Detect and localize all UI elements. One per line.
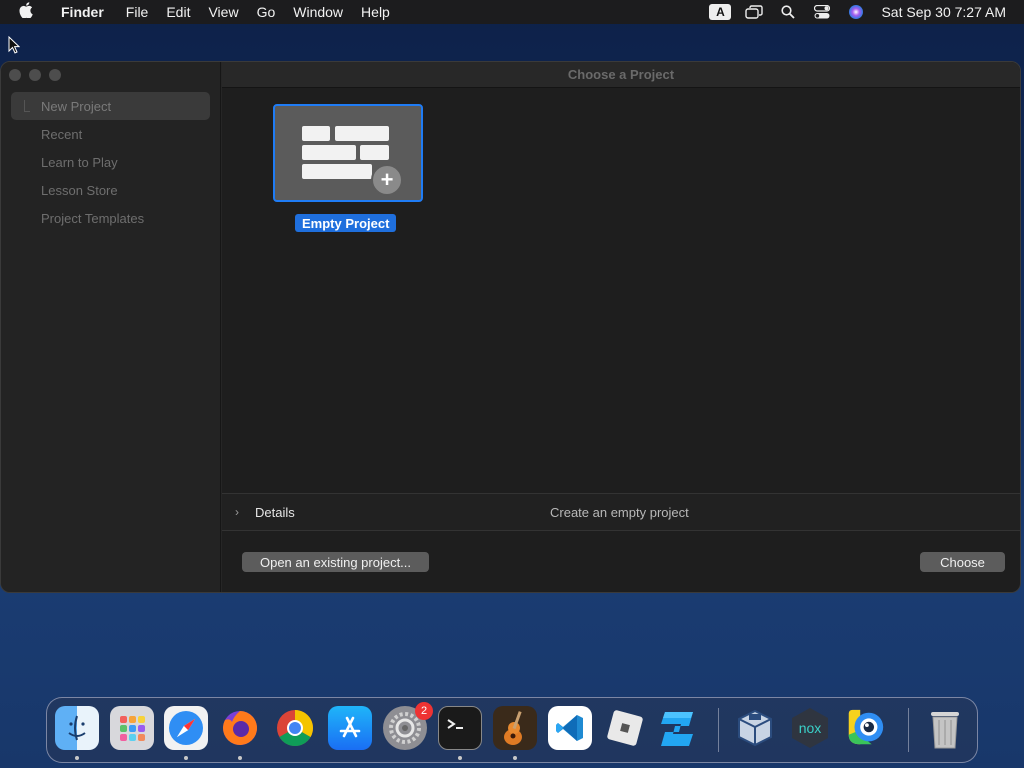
launchpad-icon[interactable] <box>110 706 154 750</box>
details-toggle[interactable]: Details <box>255 505 295 520</box>
input-source-label: A <box>709 4 732 20</box>
sidebar-item-lesson-store[interactable]: Lesson Store <box>11 176 210 204</box>
firefox-icon[interactable] <box>218 706 262 750</box>
roblox-studio-icon[interactable] <box>657 706 701 750</box>
notification-badge: 2 <box>415 702 433 720</box>
control-center-icon[interactable] <box>805 0 839 24</box>
sidebar: New Project Recent Learn to Play Lesson … <box>1 62 221 592</box>
sidebar-item-project-templates[interactable]: Project Templates <box>11 204 210 232</box>
sidebar-item-label: Project Templates <box>41 210 145 226</box>
sidebar-item-label: Learn to Play <box>41 154 118 170</box>
empty-project-tile[interactable]: + <box>273 104 423 202</box>
apple-menu-icon[interactable] <box>0 1 52 23</box>
sidebar-item-new-project[interactable]: New Project <box>11 92 210 120</box>
virtualbox-icon[interactable] <box>733 706 777 750</box>
sidebar-item-label: New Project <box>41 98 112 114</box>
app-store-icon[interactable] <box>328 706 372 750</box>
minimize-window-button[interactable] <box>29 69 41 81</box>
choose-button[interactable]: Choose <box>920 552 1005 572</box>
menu-window[interactable]: Window <box>284 4 352 20</box>
project-description: Create an empty project <box>550 504 689 520</box>
empty-project-icon: + <box>275 106 421 200</box>
sidebar-list: New Project Recent Learn to Play Lesson … <box>11 92 210 232</box>
window-controls <box>9 69 61 81</box>
sidebar-item-label: Recent <box>41 126 83 142</box>
details-bar: › Details Create an empty project <box>222 493 1020 531</box>
screen-mirroring-icon[interactable] <box>737 0 771 24</box>
dock: 2 nox <box>46 697 978 763</box>
sidebar-item-learn-to-play[interactable]: Learn to Play <box>11 148 210 176</box>
trash-icon[interactable] <box>923 706 967 750</box>
menu-help[interactable]: Help <box>352 4 399 20</box>
svg-text:nox: nox <box>799 720 822 736</box>
menu-go[interactable]: Go <box>248 4 285 20</box>
close-window-button[interactable] <box>9 69 21 81</box>
finder-icon[interactable] <box>55 706 99 750</box>
plus-icon: + <box>371 164 403 196</box>
window-title: Choose a Project <box>222 62 1020 88</box>
spotlight-search-icon[interactable] <box>771 0 805 24</box>
new-project-icon <box>24 100 30 112</box>
sidebar-item-recent[interactable]: Recent <box>11 120 210 148</box>
menu-bar: Finder File Edit View Go Window Help A S… <box>0 0 1024 24</box>
input-source-icon[interactable]: A <box>703 0 737 24</box>
siri-icon[interactable] <box>839 0 873 24</box>
zoom-window-button[interactable] <box>49 69 61 81</box>
menu-app-name[interactable]: Finder <box>52 4 117 20</box>
terminal-icon[interactable] <box>438 706 482 750</box>
menu-view[interactable]: View <box>199 4 247 20</box>
empty-project-label[interactable]: Empty Project <box>295 214 397 232</box>
roblox-icon[interactable] <box>603 706 647 750</box>
remote-icon[interactable] <box>843 706 887 750</box>
menu-file[interactable]: File <box>117 4 158 20</box>
menu-edit[interactable]: Edit <box>157 4 199 20</box>
nox-icon[interactable]: nox <box>788 706 832 750</box>
chrome-icon[interactable] <box>273 706 317 750</box>
menu-clock[interactable]: Sat Sep 30 7:27 AM <box>873 4 1024 20</box>
garageband-icon[interactable] <box>493 706 537 750</box>
safari-icon[interactable] <box>164 706 208 750</box>
mouse-cursor-icon <box>8 35 21 59</box>
vscode-icon[interactable] <box>548 706 592 750</box>
open-existing-project-button[interactable]: Open an existing project... <box>242 552 429 572</box>
chevron-right-icon[interactable]: › <box>235 505 255 519</box>
system-preferences-icon[interactable]: 2 <box>383 702 433 750</box>
main-content: Choose a Project + Empty Project › Detai… <box>222 62 1020 592</box>
sidebar-item-label: Lesson Store <box>41 182 118 198</box>
project-chooser-window: New Project Recent Learn to Play Lesson … <box>0 61 1021 593</box>
